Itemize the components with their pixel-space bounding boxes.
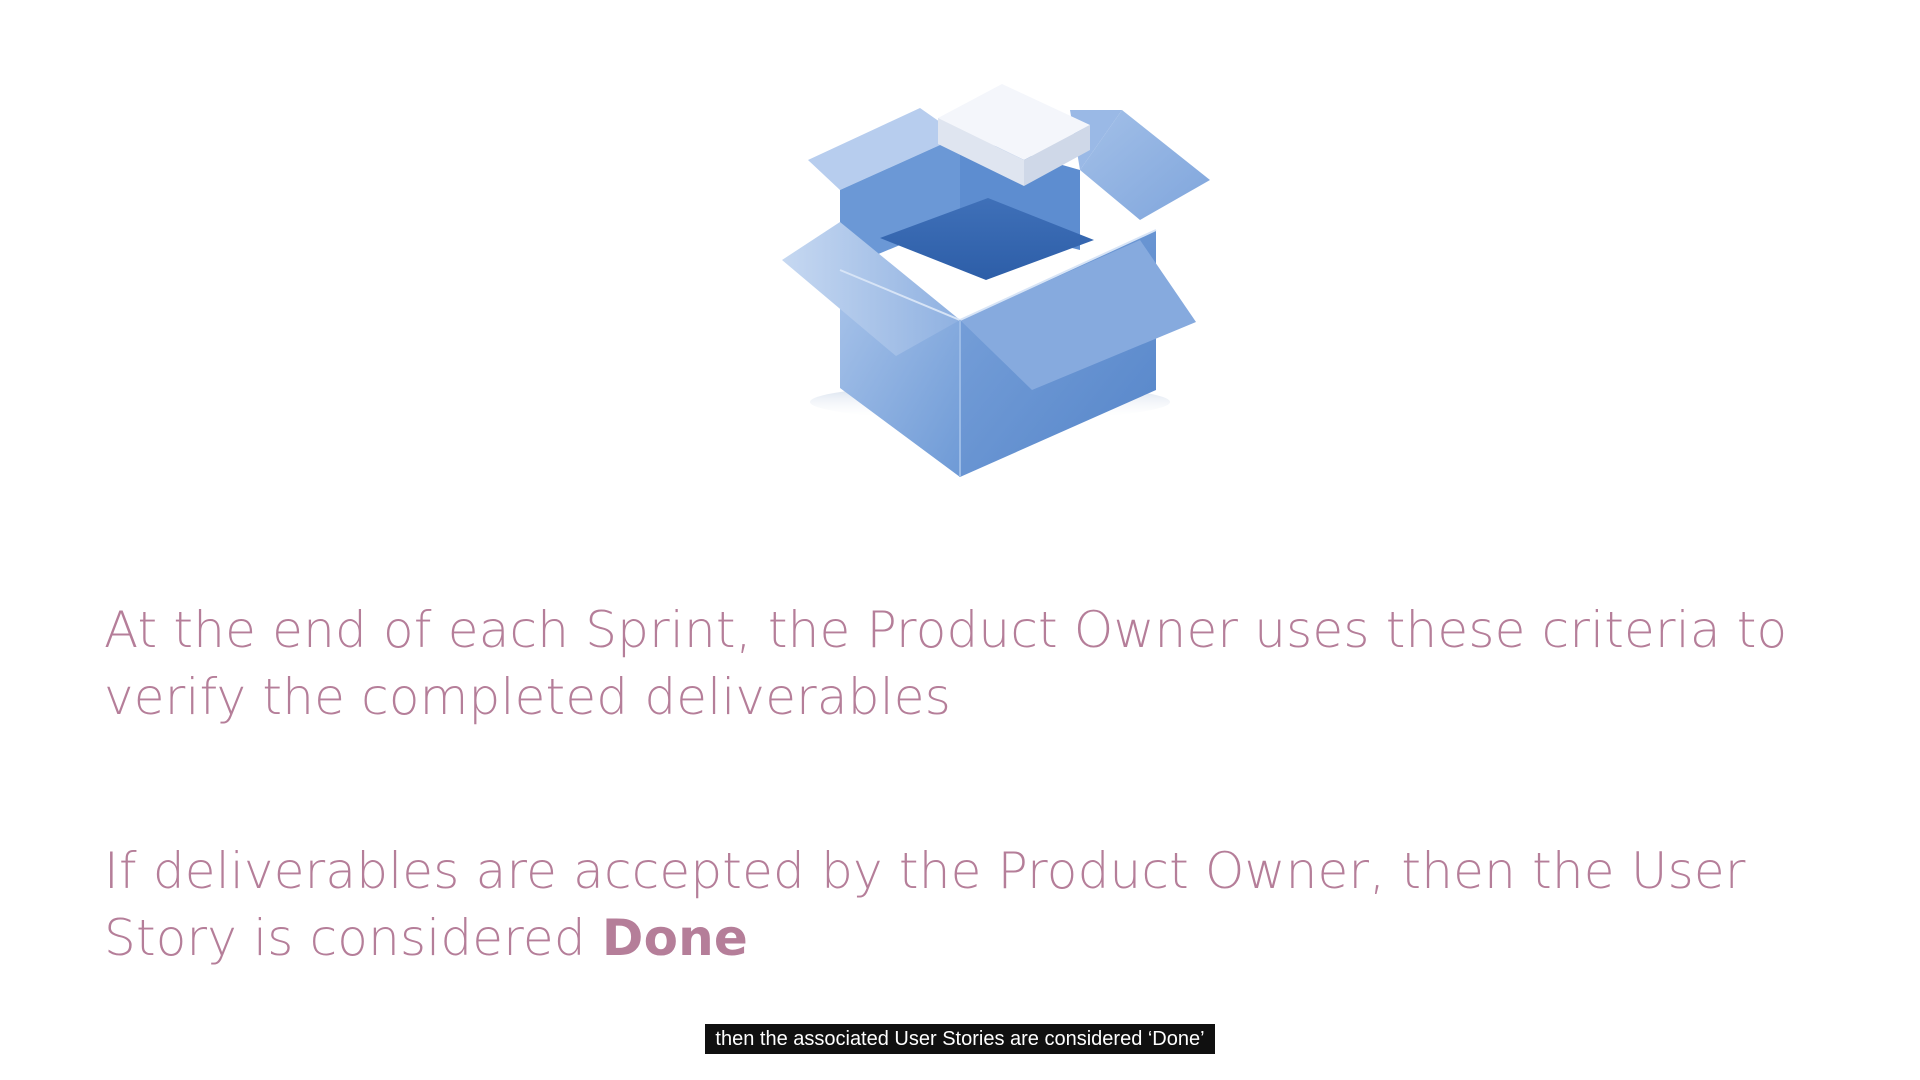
video-frame: At the end of each Sprint, the Product O… (0, 0, 1920, 1080)
slide-text-done: If deliverables are accepted by the Prod… (104, 838, 1844, 972)
subtitle-text: then the associated User Stories are con… (705, 1024, 1215, 1054)
slide-text-done-prefix: If deliverables are accepted by the Prod… (104, 842, 1746, 967)
slide-text-criteria: At the end of each Sprint, the Product O… (104, 601, 1788, 726)
open-box-icon (782, 84, 1210, 477)
done-emphasis: Done (601, 909, 749, 967)
subtitle-bar: then the associated User Stories are con… (0, 1024, 1920, 1054)
